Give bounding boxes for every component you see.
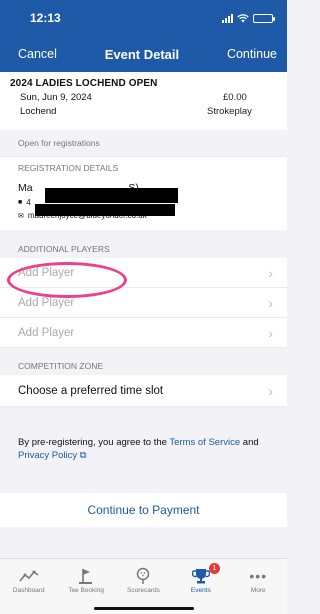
status-time: 12:13	[30, 11, 61, 25]
external-link-icon: ⧉	[79, 450, 87, 461]
trophy-icon	[191, 565, 210, 587]
continue-to-payment-button[interactable]: Continue to Payment	[0, 493, 287, 527]
event-date: Sun, Jun 9, 2024	[20, 92, 92, 103]
tab-label: Tee Booking	[68, 587, 104, 594]
event-status-text: Open for registrations	[18, 138, 100, 148]
registration-header-text: REGISTRATION DETAILS	[18, 163, 119, 173]
add-player-label: Add Player	[18, 326, 75, 339]
tee-booking-icon	[78, 565, 94, 587]
event-format: Strokeplay	[207, 106, 252, 117]
event-row-date: Sun, Jun 9, 2024 £0.00	[10, 92, 277, 103]
chevron-right-icon: ›	[268, 294, 273, 311]
registration-header: REGISTRATION DETAILS	[0, 156, 287, 176]
add-player-label: Add Player	[18, 296, 75, 309]
terms-prefix: By pre-registering, you agree to the	[18, 437, 170, 449]
terms-of-service-link[interactable]: Terms of Service	[169, 437, 240, 448]
add-player-row[interactable]: Add Player ›	[0, 318, 287, 348]
event-venue: Lochend	[20, 106, 57, 117]
event-name: 2024 LADIES LOCHEND OPEN	[10, 78, 158, 89]
status-bar: 12:13	[0, 0, 287, 36]
chevron-right-icon: ›	[268, 324, 273, 341]
competition-zone-header-text: COMPETITION ZONE	[18, 361, 103, 371]
add-player-row[interactable]: Add Player ›	[0, 258, 287, 288]
time-slot-label: Choose a preferred time slot	[18, 384, 164, 397]
redaction-block	[45, 188, 178, 203]
chevron-right-icon: ›	[268, 264, 273, 281]
tab-label: Events	[190, 587, 211, 594]
home-indicator	[93, 607, 194, 610]
tab-label: Scorecards	[127, 587, 160, 594]
more-icon: •••	[249, 568, 268, 584]
tab-label: Dashboard	[12, 587, 45, 594]
wifi-icon	[237, 13, 249, 22]
event-status: Open for registrations	[0, 130, 287, 156]
page-title: Event Detail	[104, 46, 180, 62]
terms-notice: By pre-registering, you agree to the Ter…	[0, 407, 287, 493]
event-price: £0.00	[223, 92, 247, 103]
scorecards-icon	[135, 565, 151, 587]
cancel-button[interactable]: Cancel	[18, 47, 57, 61]
continue-button[interactable]: Continue	[227, 47, 277, 61]
chevron-right-icon: ›	[268, 382, 273, 399]
redaction-block	[35, 204, 175, 216]
tab-label: More	[250, 587, 266, 594]
tab-more[interactable]: ••• More	[230, 565, 286, 614]
tab-bar: Dashboard Tee Booking Scorecards 1 Event…	[0, 558, 287, 614]
event-row-venue: Lochend Strokeplay	[10, 106, 277, 117]
additional-players-header-text: ADDITIONAL PLAYERS	[18, 244, 110, 254]
dashboard-icon	[19, 565, 39, 587]
time-slot-row[interactable]: Choose a preferred time slot ›	[0, 375, 287, 407]
header: 12:13 Cancel Event Detail Continue	[0, 0, 287, 72]
competition-zone-header: COMPETITION ZONE	[0, 348, 287, 375]
signal-icon	[222, 13, 233, 23]
privacy-policy-link[interactable]: Privacy Policy	[18, 450, 77, 461]
registrant-name-text: Ma	[18, 182, 33, 194]
briefcase-icon: ■	[18, 199, 23, 206]
additional-players-header: ADDITIONAL PLAYERS	[0, 230, 287, 258]
terms-and: and	[240, 437, 259, 449]
navbar: Cancel Event Detail Continue	[0, 36, 287, 72]
add-player-row[interactable]: Add Player ›	[0, 288, 287, 318]
tab-dashboard[interactable]: Dashboard	[1, 565, 57, 614]
add-player-label: Add Player	[18, 266, 75, 279]
status-icons	[222, 13, 275, 23]
event-summary: 2024 LADIES LOCHEND OPEN Sun, Jun 9, 202…	[0, 72, 287, 130]
battery-icon	[253, 13, 275, 23]
registration-details: Ma .S) ■ 4 ✉ maureenjoyce@blueyonder.co.…	[0, 176, 287, 230]
registrant-phone-text: 4	[26, 198, 31, 207]
mail-icon: ✉	[18, 212, 24, 220]
events-badge: 1	[208, 563, 220, 574]
